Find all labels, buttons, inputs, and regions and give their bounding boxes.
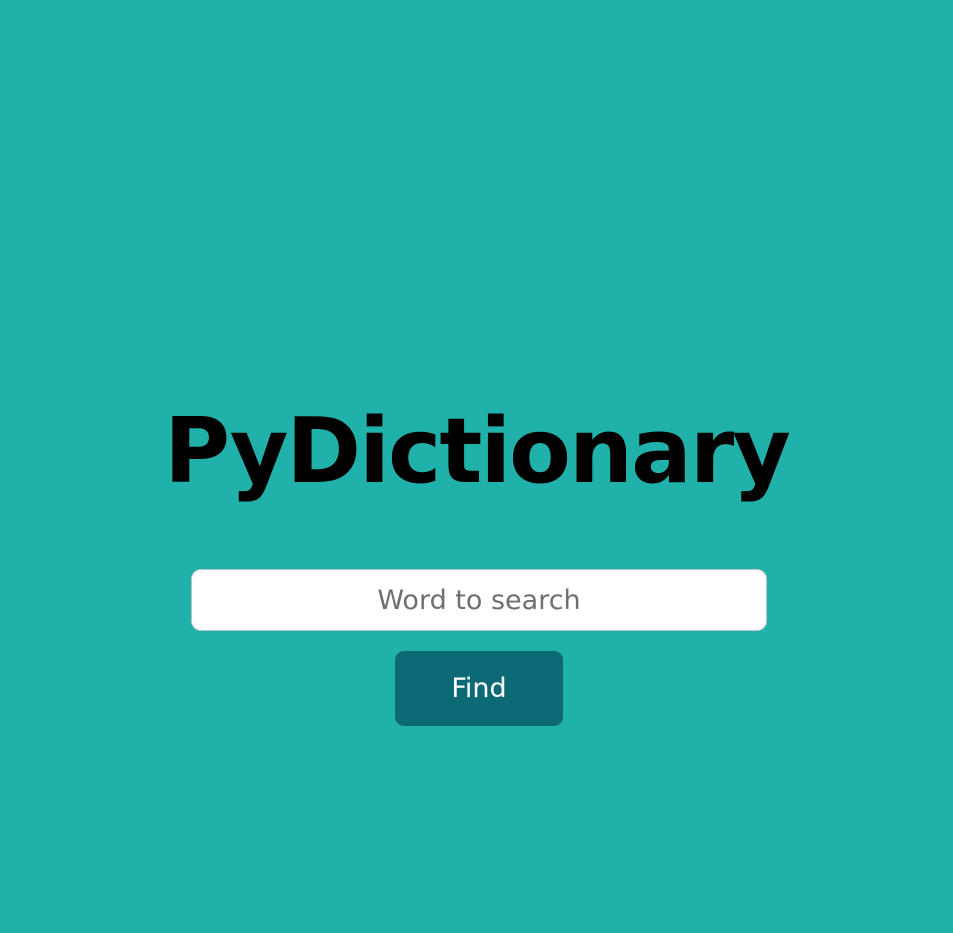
page: PyDictionary Find — [0, 0, 953, 933]
find-button[interactable]: Find — [395, 651, 563, 726]
search-input[interactable] — [191, 569, 767, 631]
page-title: PyDictionary — [164, 399, 791, 504]
